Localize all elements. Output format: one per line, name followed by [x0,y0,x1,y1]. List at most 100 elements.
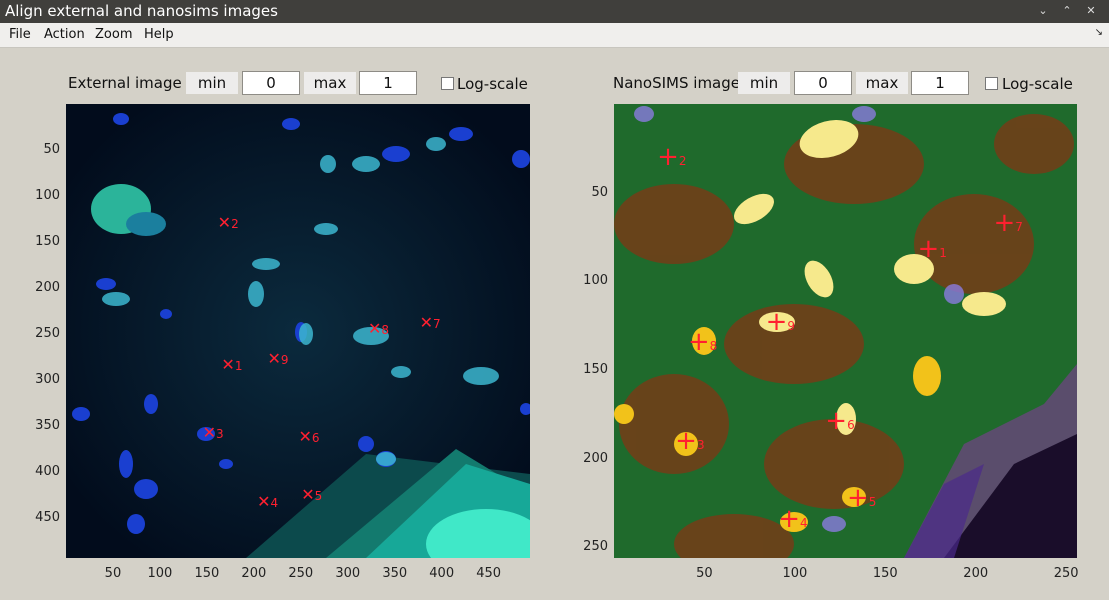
menu-file[interactable]: File [9,27,31,42]
external-marker-8[interactable]: ✕8 [368,319,389,338]
maximize-icon[interactable]: ⌃ [1058,3,1076,19]
external-x-tick: 400 [429,566,455,581]
menu-action[interactable]: Action [44,27,85,42]
marker-number: 9 [787,319,796,334]
nanosims-log-checkbox[interactable] [985,77,998,90]
nanosims-y-tick: 250 [583,539,608,555]
external-y-tick: 300 [35,371,60,387]
external-y-tick: 400 [35,463,60,479]
dock-icon[interactable]: ↘ [1095,27,1103,38]
external-y-tick: 50 [43,141,60,157]
external-marker-6[interactable]: ✕6 [298,427,319,446]
marker-number: 1 [234,359,243,373]
nanosims-max-label: max [856,72,908,94]
marker-number: 5 [314,488,323,503]
external-image-label: External image [68,74,182,92]
marker-cross-icon: + [917,234,940,265]
external-x-tick: 350 [382,566,408,581]
marker-number: 1 [939,246,947,261]
marker-cross-icon: ✕ [367,319,382,339]
nanosims-x-tick: 200 [963,566,989,581]
nanosims-x-tick: 100 [782,566,808,581]
marker-number: 7 [1015,219,1023,234]
external-marker-5[interactable]: ✕5 [301,485,322,504]
external-min-label: min [186,72,238,94]
nanosims-y-tick: 100 [583,273,608,289]
external-y-tick: 100 [35,187,60,203]
external-image-canvas[interactable]: ✕1 ✕2 ✕3 ✕4 ✕5 ✕6 ✕7 ✕8 ✕9 [66,104,530,558]
external-x-tick: 250 [288,566,314,581]
nanosims-marker-1[interactable]: +1 [918,234,947,264]
marker-number: 2 [231,217,239,232]
nanosims-y-tick: 200 [583,450,608,466]
external-marker-4[interactable]: ✕4 [257,492,278,511]
external-marker-9[interactable]: ✕9 [267,349,288,368]
nanosims-marker-3[interactable]: +3 [675,426,704,456]
marker-number: 8 [709,338,718,353]
marker-cross-icon: + [778,503,801,534]
nanosims-min-input[interactable]: 0 [794,71,852,95]
external-x-tick: 300 [335,566,361,581]
marker-cross-icon: ✕ [221,355,235,374]
marker-cross-icon: + [675,425,697,456]
minimize-icon[interactable]: ⌄ [1034,3,1052,19]
marker-cross-icon: + [993,207,1016,238]
nanosims-y-tick: 150 [583,362,608,378]
external-x-tick: 200 [241,566,267,581]
nanosims-marker-4[interactable]: +4 [778,504,807,534]
marker-cross-icon: + [825,406,848,437]
external-max-input[interactable]: 1 [359,71,417,95]
nanosims-image-canvas[interactable]: +1 +2 +3 +4 +5 +6 +7 +8 +9 [614,104,1077,558]
marker-number: 7 [433,316,441,331]
marker-number: 6 [311,430,320,445]
menu-zoom[interactable]: Zoom [95,27,132,42]
external-image-graphic [66,104,530,558]
marker-cross-icon: + [657,142,679,173]
external-marker-1[interactable]: ✕1 [221,355,242,374]
marker-cross-icon: ✕ [257,491,271,511]
nanosims-marker-6[interactable]: +6 [825,406,854,436]
title-bar: Align external and nanosims images ⌄ ⌃ ✕ [0,0,1109,23]
marker-number: 8 [381,323,389,338]
marker-number: 4 [270,495,279,510]
marker-number: 6 [847,418,855,433]
menu-help[interactable]: Help [144,27,174,42]
nanosims-x-tick: 150 [872,566,898,581]
external-log-label: Log-scale [457,75,528,93]
external-x-tick: 450 [476,566,502,581]
window-title: Align external and nanosims images [5,2,278,20]
external-y-tick: 450 [35,509,60,525]
menu-bar: File Action Zoom Help ↘ [0,23,1109,48]
nanosims-marker-8[interactable]: +8 [688,327,717,357]
external-y-tick: 150 [35,233,60,249]
nanosims-marker-5[interactable]: +5 [847,483,876,513]
external-marker-2[interactable]: ✕2 [218,213,239,232]
nanosims-marker-9[interactable]: +9 [766,307,795,337]
marker-cross-icon: ✕ [419,312,434,332]
nanosims-log-label: Log-scale [1002,75,1073,93]
marker-number: 9 [280,353,289,368]
marker-cross-icon: + [846,482,869,513]
marker-number: 5 [868,494,877,509]
external-x-tick: 50 [104,566,122,581]
marker-cross-icon: ✕ [267,349,281,369]
nanosims-x-tick: 50 [696,566,713,581]
external-min-input[interactable]: 0 [242,71,300,95]
external-y-tick: 350 [35,417,60,433]
external-x-tick: 150 [194,566,220,581]
external-marker-7[interactable]: ✕7 [420,313,441,332]
marker-cross-icon: ✕ [217,213,232,233]
marker-number: 3 [696,437,705,452]
external-log-checkbox[interactable] [441,77,454,90]
marker-cross-icon: + [687,326,710,357]
close-icon[interactable]: ✕ [1082,3,1100,19]
nanosims-y-tick: 50 [591,184,608,200]
nanosims-max-input[interactable]: 1 [911,71,969,95]
nanosims-marker-2[interactable]: +2 [657,142,686,172]
marker-cross-icon: ✕ [202,423,217,442]
external-x-tick: 100 [147,566,173,581]
nanosims-min-label: min [738,72,790,94]
nanosims-marker-7[interactable]: +7 [993,208,1022,238]
external-y-tick: 200 [35,279,60,295]
external-marker-3[interactable]: ✕3 [203,423,224,442]
